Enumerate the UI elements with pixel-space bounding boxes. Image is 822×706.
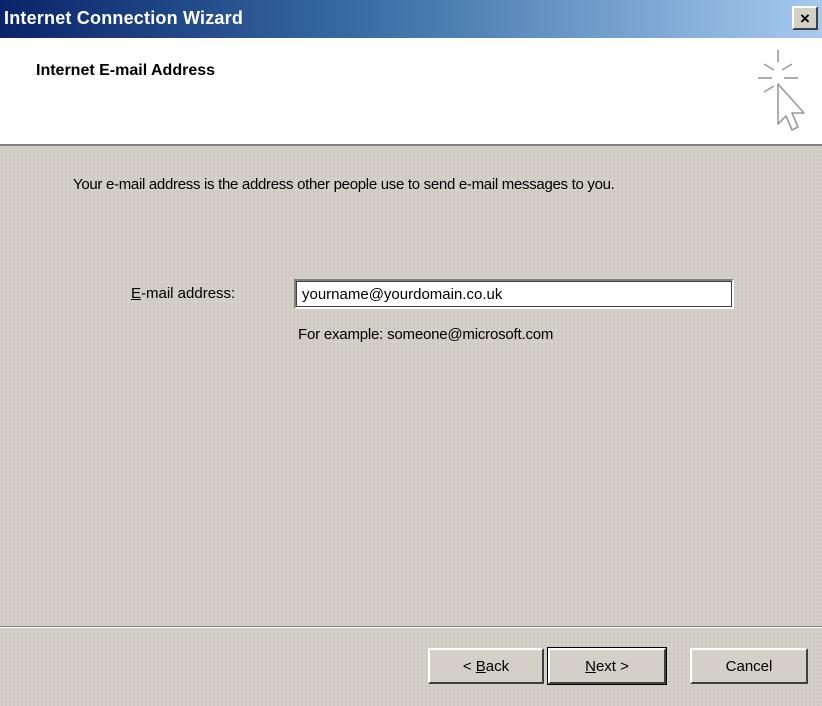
example-hint: For example: someone@microsoft.com <box>298 326 554 343</box>
close-icon: × <box>800 8 810 28</box>
title-bar[interactable]: Internet Connection Wizard × <box>0 0 822 38</box>
next-label: ext > <box>595 657 629 675</box>
email-label-mnemonic: E <box>131 285 142 302</box>
back-prefix: < <box>462 657 476 675</box>
next-button[interactable]: Next > <box>547 647 667 685</box>
button-bar: < Back Next > Cancel <box>0 628 822 706</box>
intro-text: Your e-mail address is the address other… <box>73 176 615 193</box>
back-button[interactable]: < Back <box>428 648 544 684</box>
email-label-text: -mail address: <box>141 285 236 302</box>
wizard-body: Your e-mail address is the address other… <box>0 146 822 626</box>
back-mnemonic: B <box>475 657 486 675</box>
wizard-cursor-icon <box>758 50 805 131</box>
wizard-window: Internet Connection Wizard × Internet E-… <box>0 0 822 706</box>
back-label: ack <box>485 657 510 675</box>
email-field-label: E-mail address: <box>131 285 235 302</box>
page-title: Internet E-mail Address <box>36 62 216 79</box>
email-field[interactable] <box>294 279 734 309</box>
wizard-header: Internet E-mail Address <box>0 38 822 146</box>
window-title: Internet Connection Wizard <box>4 8 244 28</box>
close-button[interactable]: × <box>792 6 818 30</box>
cancel-button[interactable]: Cancel <box>690 648 808 684</box>
next-mnemonic: N <box>585 657 596 675</box>
